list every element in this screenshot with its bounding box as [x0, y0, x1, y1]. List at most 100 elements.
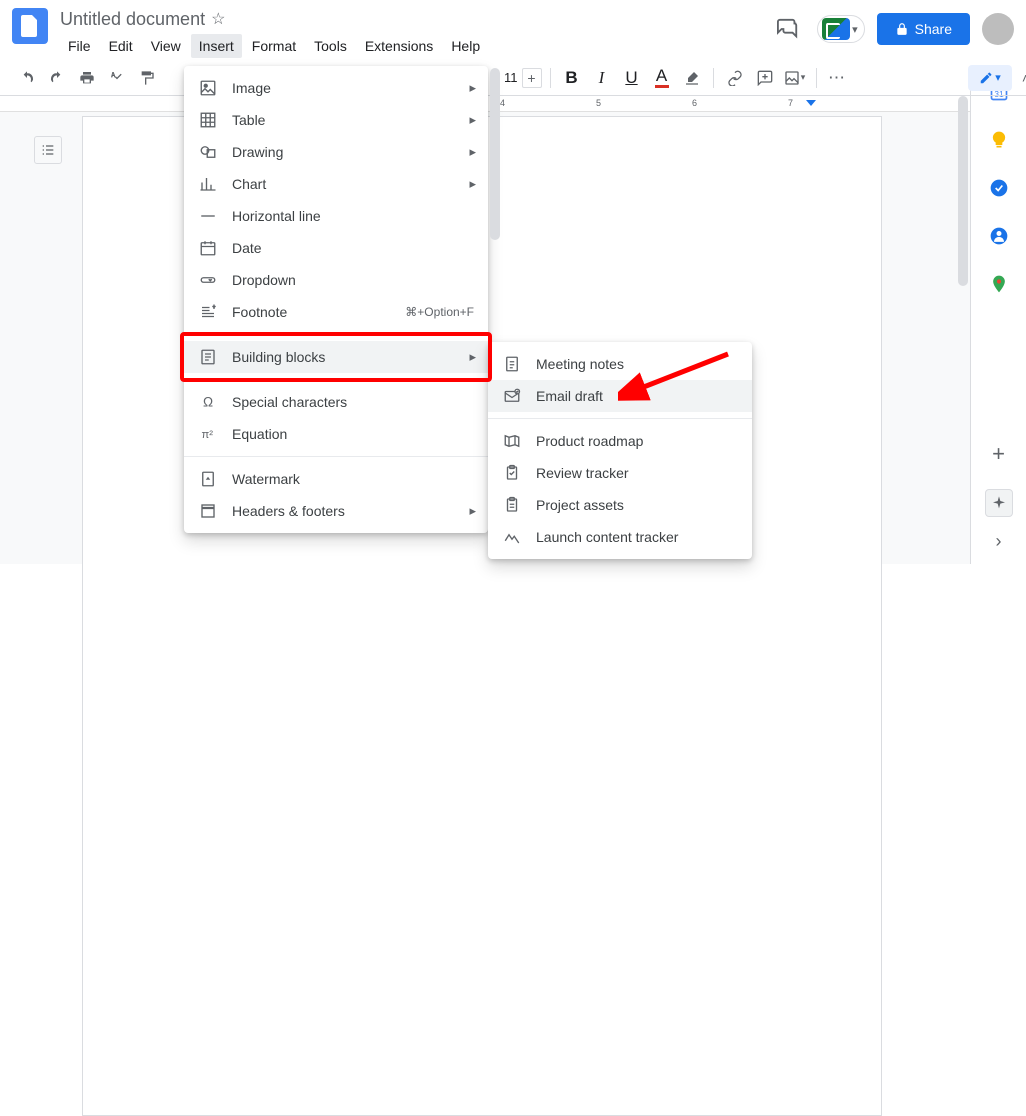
menu-edit[interactable]: Edit	[101, 34, 141, 58]
menu-item-label: Drawing	[232, 144, 283, 160]
drawing-icon	[198, 143, 218, 161]
insert-menu-dropdown[interactable]: Dropdown	[184, 264, 488, 296]
insert-menu-headers-footers[interactable]: Headers & footers	[184, 495, 488, 527]
contacts-sidepanel-icon[interactable]	[989, 226, 1009, 246]
table-icon	[198, 111, 218, 129]
editing-mode-button[interactable]: ▾ ˄	[968, 65, 1012, 91]
menu-item-label: Special characters	[232, 394, 347, 410]
menu-item-label: Email draft	[536, 388, 603, 404]
star-icon[interactable]: ☆	[211, 9, 225, 29]
shortcut-label: ⌘+Option+F	[405, 305, 474, 319]
document-outline-button[interactable]	[34, 136, 62, 164]
doc-title[interactable]: Untitled document	[60, 9, 205, 30]
menu-item-label: Launch content tracker	[536, 529, 678, 545]
menu-item-label: Date	[232, 240, 262, 256]
undo-button[interactable]	[14, 65, 40, 91]
menu-insert[interactable]: Insert	[191, 34, 242, 58]
assets-icon	[502, 496, 522, 514]
comments-history-icon[interactable]	[771, 12, 805, 46]
docs-logo[interactable]	[12, 8, 48, 44]
launch-icon	[502, 528, 522, 546]
underline-button[interactable]: U	[619, 65, 645, 91]
menu-file[interactable]: File	[60, 34, 99, 58]
spellcheck-button[interactable]	[104, 65, 130, 91]
menu-item-label: Headers & footers	[232, 503, 345, 519]
menu-item-label: Horizontal line	[232, 208, 321, 224]
keep-sidepanel-icon[interactable]	[989, 130, 1009, 150]
image-icon	[198, 79, 218, 97]
bold-button[interactable]: B	[559, 65, 585, 91]
insert-menu-horizontal-line[interactable]: Horizontal line	[184, 200, 488, 232]
collapse-toolbar-icon[interactable]: ˄	[1022, 70, 1026, 86]
date-icon	[198, 239, 218, 257]
menu-format[interactable]: Format	[244, 34, 304, 58]
maps-sidepanel-icon[interactable]	[989, 274, 1009, 294]
headers-icon	[198, 502, 218, 520]
menu-item-label: Watermark	[232, 471, 300, 487]
insert-link-button[interactable]	[722, 65, 748, 91]
menu-view[interactable]: View	[143, 34, 189, 58]
menu-tools[interactable]: Tools	[306, 34, 355, 58]
menu-item-label: Meeting notes	[536, 356, 624, 372]
menu-item-label: Table	[232, 112, 265, 128]
building-blocks-launch-content-tracker[interactable]: Launch content tracker	[488, 521, 752, 553]
chart-icon	[198, 175, 218, 193]
text-color-button[interactable]: A	[649, 65, 675, 91]
more-toolbar-button[interactable]: ⋯	[825, 65, 851, 91]
insert-menu-table[interactable]: Table	[184, 104, 488, 136]
hide-sidepanel-button[interactable]: ›	[996, 531, 1002, 552]
menu-help[interactable]: Help	[443, 34, 488, 58]
share-button[interactable]: Share	[877, 13, 970, 45]
font-size-increase[interactable]: +	[522, 68, 542, 88]
footnote-icon	[198, 303, 218, 321]
menu-extensions[interactable]: Extensions	[357, 34, 441, 58]
menu-scrollbar[interactable]	[490, 68, 500, 240]
omega-icon: Ω	[198, 393, 218, 411]
building-blocks-review-tracker[interactable]: Review tracker	[488, 457, 752, 489]
menu-item-label: Image	[232, 80, 271, 96]
meet-button[interactable]: ▾	[817, 15, 865, 43]
insert-image-button[interactable]: ▾	[782, 65, 808, 91]
menu-item-label: Review tracker	[536, 465, 629, 481]
menu-item-label: Equation	[232, 426, 287, 442]
addons-button[interactable]: +	[989, 441, 1009, 461]
highlight-button[interactable]	[679, 65, 705, 91]
insert-menu-equation[interactable]: π² Equation	[184, 418, 488, 450]
tasks-sidepanel-icon[interactable]	[989, 178, 1009, 198]
insert-menu-footnote[interactable]: Footnote ⌘+Option+F	[184, 296, 488, 328]
insert-menu-drawing[interactable]: Drawing	[184, 136, 488, 168]
hline-icon	[198, 207, 218, 225]
share-label: Share	[915, 21, 952, 37]
watermark-icon	[198, 470, 218, 488]
document-scrollbar[interactable]	[956, 96, 970, 564]
print-button[interactable]	[74, 65, 100, 91]
insert-menu-chart[interactable]: Chart	[184, 168, 488, 200]
menu-item-label: Product roadmap	[536, 433, 643, 449]
font-size-box[interactable]: 11	[504, 70, 518, 85]
insert-menu-image[interactable]: Image	[184, 72, 488, 104]
insert-menu-watermark[interactable]: Watermark	[184, 463, 488, 495]
insert-menu-date[interactable]: Date	[184, 232, 488, 264]
review-icon	[502, 464, 522, 482]
menu-item-label: Project assets	[536, 497, 624, 513]
italic-button[interactable]: I	[589, 65, 615, 91]
roadmap-icon	[502, 432, 522, 450]
insert-comment-button[interactable]	[752, 65, 778, 91]
email-icon	[502, 387, 522, 405]
insert-menu-building-blocks[interactable]: Building blocks	[184, 341, 488, 373]
equation-icon: π²	[198, 425, 218, 443]
building-blocks-project-assets[interactable]: Project assets	[488, 489, 752, 521]
account-avatar[interactable]	[982, 13, 1014, 45]
explore-button[interactable]	[985, 489, 1013, 517]
menu-item-label: Building blocks	[232, 349, 325, 365]
insert-menu-special-characters[interactable]: Ω Special characters	[184, 386, 488, 418]
right-margin-marker[interactable]	[806, 100, 816, 106]
svg-text:π²: π²	[201, 429, 213, 441]
paint-format-button[interactable]	[134, 65, 160, 91]
menu-item-label: Dropdown	[232, 272, 296, 288]
menu-item-label: Footnote	[232, 304, 287, 320]
meet-icon	[822, 18, 850, 40]
menu-item-label: Chart	[232, 176, 266, 192]
building-blocks-product-roadmap[interactable]: Product roadmap	[488, 425, 752, 457]
redo-button[interactable]	[44, 65, 70, 91]
